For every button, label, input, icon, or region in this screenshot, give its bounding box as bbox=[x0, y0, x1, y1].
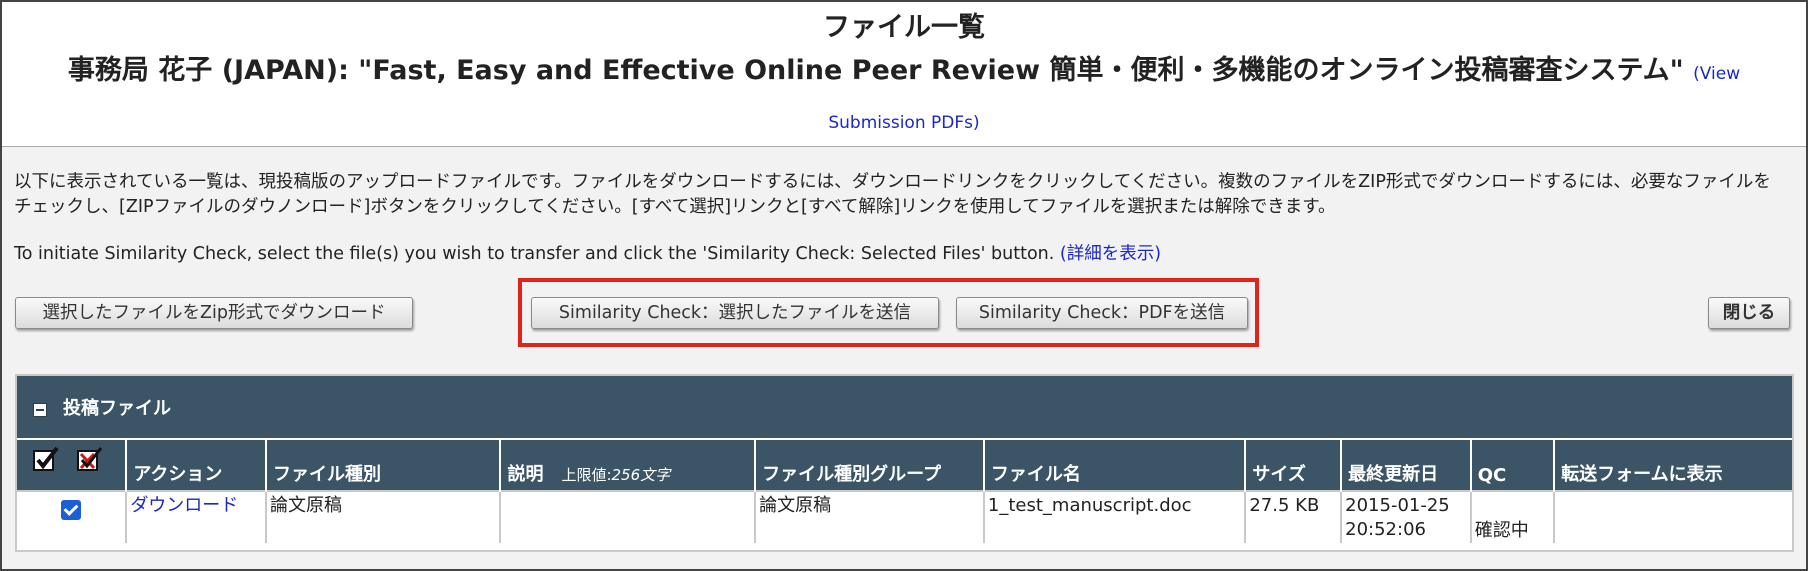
page-header: ファイル一覧 事務局 花子 (JAPAN): "Fast, Easy and E… bbox=[2, 2, 1806, 147]
qc-status: 確認中 bbox=[1474, 520, 1529, 541]
section-title: 投稿ファイル bbox=[63, 398, 171, 419]
file-type-group-column-header: ファイル種別グループ bbox=[754, 438, 984, 491]
submission-title: 事務局 花子 (JAPAN): "Fast, Easy and Effectiv… bbox=[42, 48, 1766, 146]
instructions-en: To initiate Similarity Check, select the… bbox=[14, 242, 1774, 267]
table-header-row: アクション ファイル種別 説明 上限値:256文字 ファイル種別グループ ファイル… bbox=[17, 438, 1792, 491]
last-updated-date: 2015-01-25 bbox=[1345, 495, 1450, 516]
description-cell[interactable] bbox=[499, 490, 756, 543]
section-header: 投稿ファイル bbox=[17, 376, 1792, 438]
highlight-box bbox=[518, 278, 1259, 347]
files-table: アクション ファイル種別 説明 上限値:256文字 ファイル種別グループ ファイル… bbox=[17, 438, 1792, 543]
show-in-transfer-column-header: 転送フォームに表示 bbox=[1553, 438, 1792, 491]
description-column-label: 説明 bbox=[507, 464, 544, 485]
file-name-cell: 1_test_manuscript.doc bbox=[982, 490, 1246, 543]
page-title: ファイル一覧 bbox=[823, 12, 985, 43]
table-row: ダウンロード 論文原稿 論文原稿 1_test_manuscript.doc 2… bbox=[17, 490, 1792, 543]
download-link[interactable]: ダウンロード bbox=[130, 495, 238, 516]
row-checkbox[interactable] bbox=[60, 500, 81, 520]
description-column-header: 説明 上限値:256文字 bbox=[499, 438, 756, 491]
collapse-icon[interactable] bbox=[33, 403, 47, 417]
deselect-all-icon[interactable] bbox=[77, 446, 103, 471]
size-cell: 27.5 KB bbox=[1244, 490, 1342, 543]
show-details-link[interactable]: (詳細を表示) bbox=[1060, 244, 1161, 264]
file-list-window: ファイル一覧 事務局 花子 (JAPAN): "Fast, Easy and E… bbox=[0, 0, 1808, 571]
submission-files-panel: 投稿ファイル アクション ファイル種別 説明 上限値:256文字 ファイル種別グ… bbox=[15, 374, 1794, 552]
description-limit-value: 256文字 bbox=[611, 466, 671, 484]
file-type-group-cell: 論文原稿 bbox=[754, 490, 984, 543]
last-updated-time: 20:52:06 bbox=[1345, 519, 1426, 540]
similarity-instructions: To initiate Similarity Check, select the… bbox=[14, 244, 1055, 264]
qc-cell: 確認中 bbox=[1469, 490, 1555, 543]
select-cell bbox=[17, 490, 127, 543]
last-updated-column-header: 最終更新日 bbox=[1340, 438, 1471, 491]
instructions-ja: 以下に表示されている一覧は、現投稿版のアップロードファイルです。ファイルをダウン… bbox=[14, 172, 1771, 217]
size-column-header: サイズ bbox=[1244, 438, 1342, 491]
qc-column-header: QC bbox=[1469, 438, 1555, 491]
select-all-icon[interactable] bbox=[33, 446, 59, 471]
submission-title-text: 事務局 花子 (JAPAN): "Fast, Easy and Effectiv… bbox=[67, 55, 1684, 86]
description-limit: 上限値:256文字 bbox=[561, 466, 670, 484]
file-type-cell: 論文原稿 bbox=[265, 490, 501, 543]
file-type-column-header: ファイル種別 bbox=[265, 438, 501, 491]
action-column-header: アクション bbox=[125, 438, 267, 491]
select-column-header bbox=[17, 438, 127, 491]
show-in-transfer-cell bbox=[1553, 490, 1792, 543]
action-cell: ダウンロード bbox=[125, 490, 267, 543]
zip-download-button[interactable]: 選択したファイルをZip形式でダウンロード bbox=[15, 297, 413, 329]
last-updated-cell: 2015-01-25 20:52:06 bbox=[1340, 490, 1471, 543]
close-button[interactable]: 閉じる bbox=[1708, 297, 1790, 329]
file-name-column-header: ファイル名 bbox=[982, 438, 1246, 491]
description-limit-prefix: 上限値: bbox=[561, 466, 612, 484]
